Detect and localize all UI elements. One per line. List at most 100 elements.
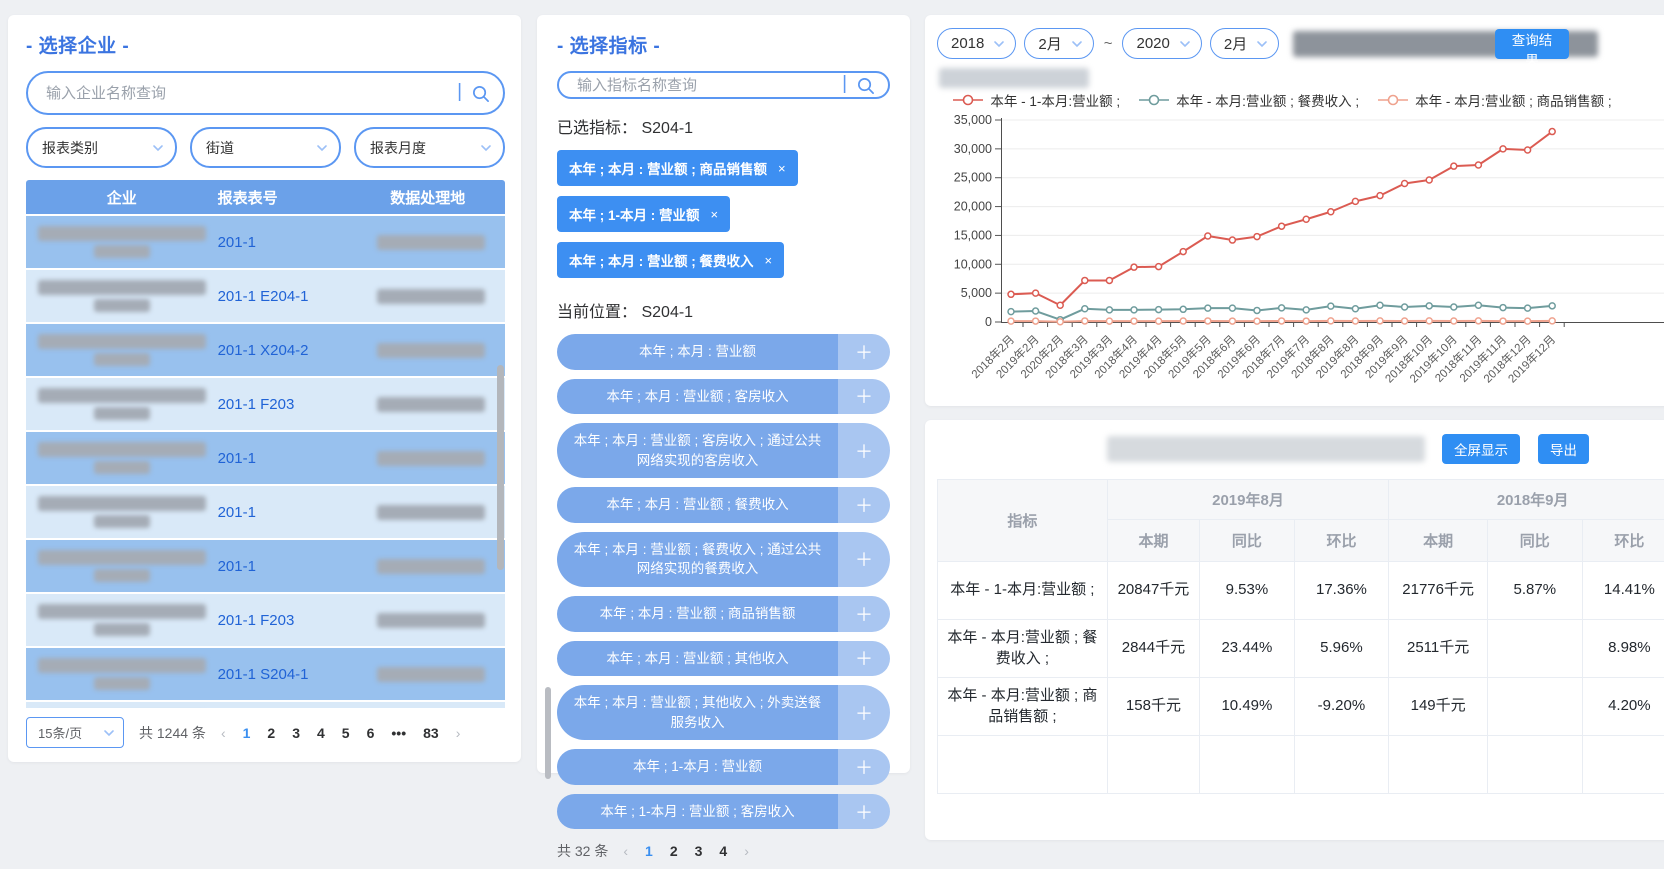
pager-ellipsis[interactable]: •••	[391, 725, 406, 741]
add-indicator-icon[interactable]: ＋	[838, 596, 890, 632]
add-indicator-icon[interactable]: ＋	[838, 423, 890, 478]
indicator-scrollbar[interactable]	[545, 687, 551, 779]
pager-next[interactable]: ›	[744, 843, 749, 859]
table-row[interactable]: 201-1	[26, 432, 505, 484]
pager-page[interactable]: 3	[292, 725, 300, 741]
indicator-option-button[interactable]: 本年 ; 本月 : 营业额＋	[557, 334, 890, 370]
add-indicator-icon[interactable]: ＋	[838, 487, 890, 523]
filter-select[interactable]: 报表月度	[354, 127, 505, 168]
result-panel: 全屏显示 导出 指标2019年8月2018年9月本期同比环比本期同比环比本期 本…	[925, 420, 1664, 840]
report-number: 201-1 S204-1	[218, 666, 357, 683]
legend-item[interactable]: 本年 - 本月:营业额 ; 餐费收入 ;	[1138, 90, 1359, 110]
query-result-button[interactable]: 查询结果	[1495, 29, 1569, 59]
indicator-option-button[interactable]: 本年 ; 本月 : 营业额 ; 餐费收入 ; 通过公共网络实现的餐费收入＋	[557, 532, 890, 587]
pager-page[interactable]: 5	[342, 725, 350, 741]
indicator-search[interactable]: |	[557, 71, 890, 99]
pager-prev[interactable]: ‹	[221, 725, 226, 741]
enterprise-search[interactable]: |	[26, 71, 505, 115]
pager-page[interactable]: 1	[243, 725, 251, 741]
pager-page[interactable]: 3	[695, 843, 703, 859]
result-table: 指标2019年8月2018年9月本期同比环比本期同比环比本期 本年 - 1-本月…	[937, 479, 1664, 794]
add-indicator-icon[interactable]: ＋	[838, 641, 890, 677]
report-number: 201-1	[218, 450, 357, 467]
table-scrollbar[interactable]	[497, 365, 504, 570]
table-row: 本年 - 本月:营业额 ; 商品销售额 ;158千元10.49%-9.20%14…	[938, 678, 1664, 736]
indicator-option-button[interactable]: 本年 ; 本月 : 营业额 ; 其他收入＋	[557, 641, 890, 677]
page-size-select[interactable]: 15条/页	[26, 717, 124, 748]
enterprise-search-input[interactable]	[44, 84, 451, 103]
end-month-select[interactable]: 2月	[1210, 28, 1279, 59]
value-cell: 158千元	[1107, 678, 1199, 736]
remove-tag-icon[interactable]: ×	[778, 161, 786, 176]
value-cell: 14.41%	[1582, 562, 1664, 620]
pager-page[interactable]: 4	[317, 725, 325, 741]
table-row[interactable]: 201-1	[26, 486, 505, 538]
indicator-search-input[interactable]	[575, 76, 836, 95]
indicator-option-button[interactable]: 本年 ; 1-本月 : 营业额 ; 客房收入＋	[557, 794, 890, 830]
redacted-company-name	[26, 280, 218, 312]
redacted-text-bar	[38, 658, 206, 673]
pager-page[interactable]: 2	[267, 725, 275, 741]
value-cell: 17.36%	[1294, 562, 1389, 620]
chevron-down-icon	[103, 727, 115, 739]
value-cell	[1107, 736, 1199, 794]
filter-select[interactable]: 街道	[190, 127, 341, 168]
table-row[interactable]: 201-1 F203	[26, 378, 505, 430]
indicator-option-button[interactable]: 本年 ; 本月 : 营业额 ; 客房收入＋	[557, 379, 890, 415]
add-indicator-icon[interactable]: ＋	[838, 685, 890, 740]
pager-page[interactable]: 83	[423, 725, 439, 741]
table-row[interactable]: 201-1 F203	[26, 594, 505, 646]
pager-prev[interactable]: ‹	[623, 843, 628, 859]
redacted-text-bar	[38, 442, 206, 457]
redacted-location	[357, 505, 505, 520]
remove-tag-icon[interactable]: ×	[765, 253, 773, 268]
selected-indicator-tag[interactable]: 本年 ; 1-本月 : 营业额×	[557, 196, 730, 232]
table-row[interactable]: 201-1 S204-1	[26, 702, 505, 708]
table-row[interactable]: 201-1	[26, 216, 505, 268]
selected-indicator-tag[interactable]: 本年 ; 本月 : 营业额 ; 餐费收入×	[557, 242, 784, 278]
redacted-text-bar	[38, 280, 206, 295]
filter-select[interactable]: 报表类别	[26, 127, 177, 168]
end-year-select[interactable]: 2020	[1122, 28, 1201, 59]
indicator-option-button[interactable]: 本年 ; 本月 : 营业额 ; 餐费收入＋	[557, 487, 890, 523]
pager-page[interactable]: 1	[645, 843, 653, 859]
pager-page[interactable]: 2	[670, 843, 678, 859]
indicator-option-label: 本年 ; 本月 : 营业额 ; 餐费收入	[557, 487, 838, 523]
chevron-down-icon	[993, 38, 1005, 50]
redacted-text-bar	[377, 559, 485, 574]
table-row[interactable]: 201-1 X204-2	[26, 324, 505, 376]
add-indicator-icon[interactable]: ＋	[838, 749, 890, 785]
legend-item[interactable]: 本年 - 1-本月:营业额 ;	[952, 90, 1120, 110]
add-indicator-icon[interactable]: ＋	[838, 334, 890, 370]
legend-label: 本年 - 本月:营业额 ; 商品销售额 ;	[1415, 90, 1612, 110]
start-year-select[interactable]: 2018	[937, 28, 1016, 59]
indicator-option-button[interactable]: 本年 ; 1-本月 : 营业额＋	[557, 749, 890, 785]
redacted-company-name	[26, 550, 218, 582]
table-row[interactable]: 201-1 S204-1	[26, 648, 505, 700]
indicator-pager-pages: ‹ 1 2 34 ›	[623, 843, 749, 859]
add-indicator-icon[interactable]: ＋	[838, 379, 890, 415]
start-month-select[interactable]: 2月	[1024, 28, 1093, 59]
remove-tag-icon[interactable]: ×	[711, 207, 719, 222]
legend-item[interactable]: 本年 - 本月:营业额 ; 商品销售额 ;	[1377, 90, 1612, 110]
month-group-header: 2019年8月	[1107, 480, 1388, 520]
indicator-option-button[interactable]: 本年 ; 本月 : 营业额 ; 其他收入 ; 外卖送餐服务收入＋	[557, 685, 890, 740]
export-button[interactable]: 导出	[1538, 434, 1589, 464]
indicator-option-button[interactable]: 本年 ; 本月 : 营业额 ; 商品销售额＋	[557, 596, 890, 632]
indicator-option-button[interactable]: 本年 ; 本月 : 营业额 ; 客房收入 ; 通过公共网络实现的客房收入＋	[557, 423, 890, 478]
add-indicator-icon[interactable]: ＋	[838, 532, 890, 587]
add-indicator-icon[interactable]: ＋	[838, 794, 890, 830]
search-divider: |	[842, 73, 847, 95]
pager-page[interactable]: 6	[367, 725, 375, 741]
value-cell: 5.96%	[1294, 620, 1389, 678]
selected-indicator-tag[interactable]: 本年 ; 本月 : 营业额 ; 商品销售额×	[557, 150, 798, 186]
search-icon[interactable]	[471, 84, 490, 103]
table-row[interactable]: 201-1	[26, 540, 505, 592]
table-row[interactable]: 201-1 E204-1	[26, 270, 505, 322]
fullscreen-button[interactable]: 全屏显示	[1442, 434, 1520, 464]
svg-text:35,000: 35,000	[954, 113, 992, 127]
pager-page[interactable]: 4	[719, 843, 727, 859]
search-icon[interactable]	[856, 76, 875, 95]
value-cell: 149千元	[1389, 678, 1488, 736]
pager-next[interactable]: ›	[456, 725, 461, 741]
